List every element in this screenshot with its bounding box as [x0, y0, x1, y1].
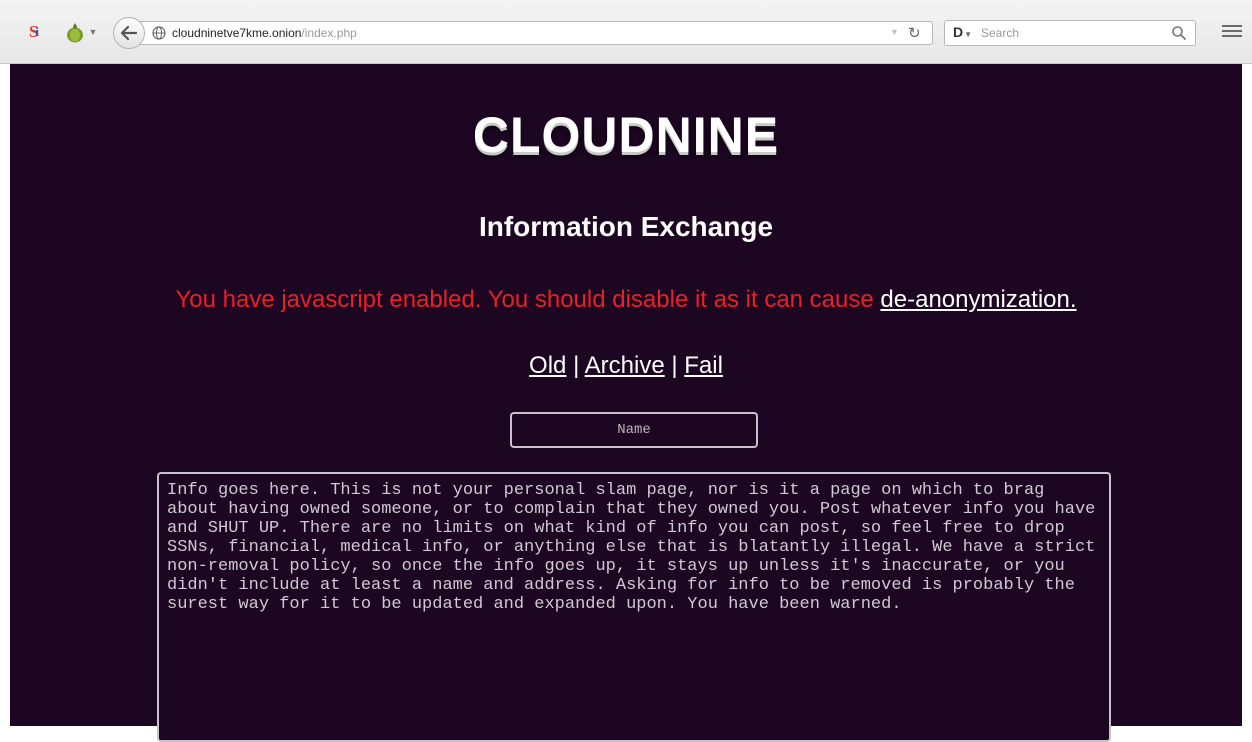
- info-textarea[interactable]: [157, 472, 1111, 742]
- javascript-warning: You have javascript enabled. You should …: [10, 286, 1242, 314]
- globe-icon: [152, 26, 166, 40]
- url-host: cloudninetve7kme.onion: [172, 26, 302, 40]
- nav-link-fail[interactable]: Fail: [684, 352, 723, 379]
- site-subtitle: Information Exchange: [478, 211, 774, 242]
- browser-toolbar: Si ▼ cloudninetve7kme.onion/index.php ▼ …: [0, 0, 1252, 64]
- nav-separator: |: [566, 352, 585, 379]
- site-title: CLOUDNINE: [472, 107, 780, 163]
- url-path: /index.php: [301, 26, 357, 40]
- url-dropdown-icon[interactable]: ▼: [890, 27, 899, 37]
- reload-icon[interactable]: ↻: [908, 24, 921, 42]
- deanonymization-link[interactable]: de-anonymization.: [880, 286, 1076, 313]
- nav-link-old[interactable]: Old: [529, 352, 566, 379]
- name-field[interactable]: [510, 412, 758, 448]
- url-text[interactable]: cloudninetve7kme.onion/index.php: [172, 26, 357, 40]
- back-arrow-icon: [121, 26, 137, 40]
- url-bar[interactable]: cloudninetve7kme.onion/index.php ▼ ↻: [138, 21, 933, 45]
- search-input[interactable]: [981, 24, 1161, 42]
- s-logo-icon[interactable]: Si: [22, 20, 46, 44]
- page-body: CLOUDNINE Information Exchange You have …: [10, 64, 1242, 742]
- nav-links: Old | Archive | Fail: [10, 352, 1242, 380]
- chevron-down-icon[interactable]: ▼: [88, 20, 98, 44]
- tor-onion-icon[interactable]: [62, 20, 88, 44]
- magnifier-icon[interactable]: [1171, 25, 1187, 41]
- back-button[interactable]: [113, 17, 145, 49]
- hamburger-menu-icon[interactable]: [1222, 22, 1242, 42]
- nav-link-archive[interactable]: Archive: [585, 352, 665, 379]
- warning-text: You have javascript enabled. You should …: [175, 286, 881, 313]
- search-bar[interactable]: D▼: [944, 20, 1196, 46]
- search-engine-icon[interactable]: D▼: [953, 24, 972, 40]
- nav-separator: |: [664, 352, 685, 379]
